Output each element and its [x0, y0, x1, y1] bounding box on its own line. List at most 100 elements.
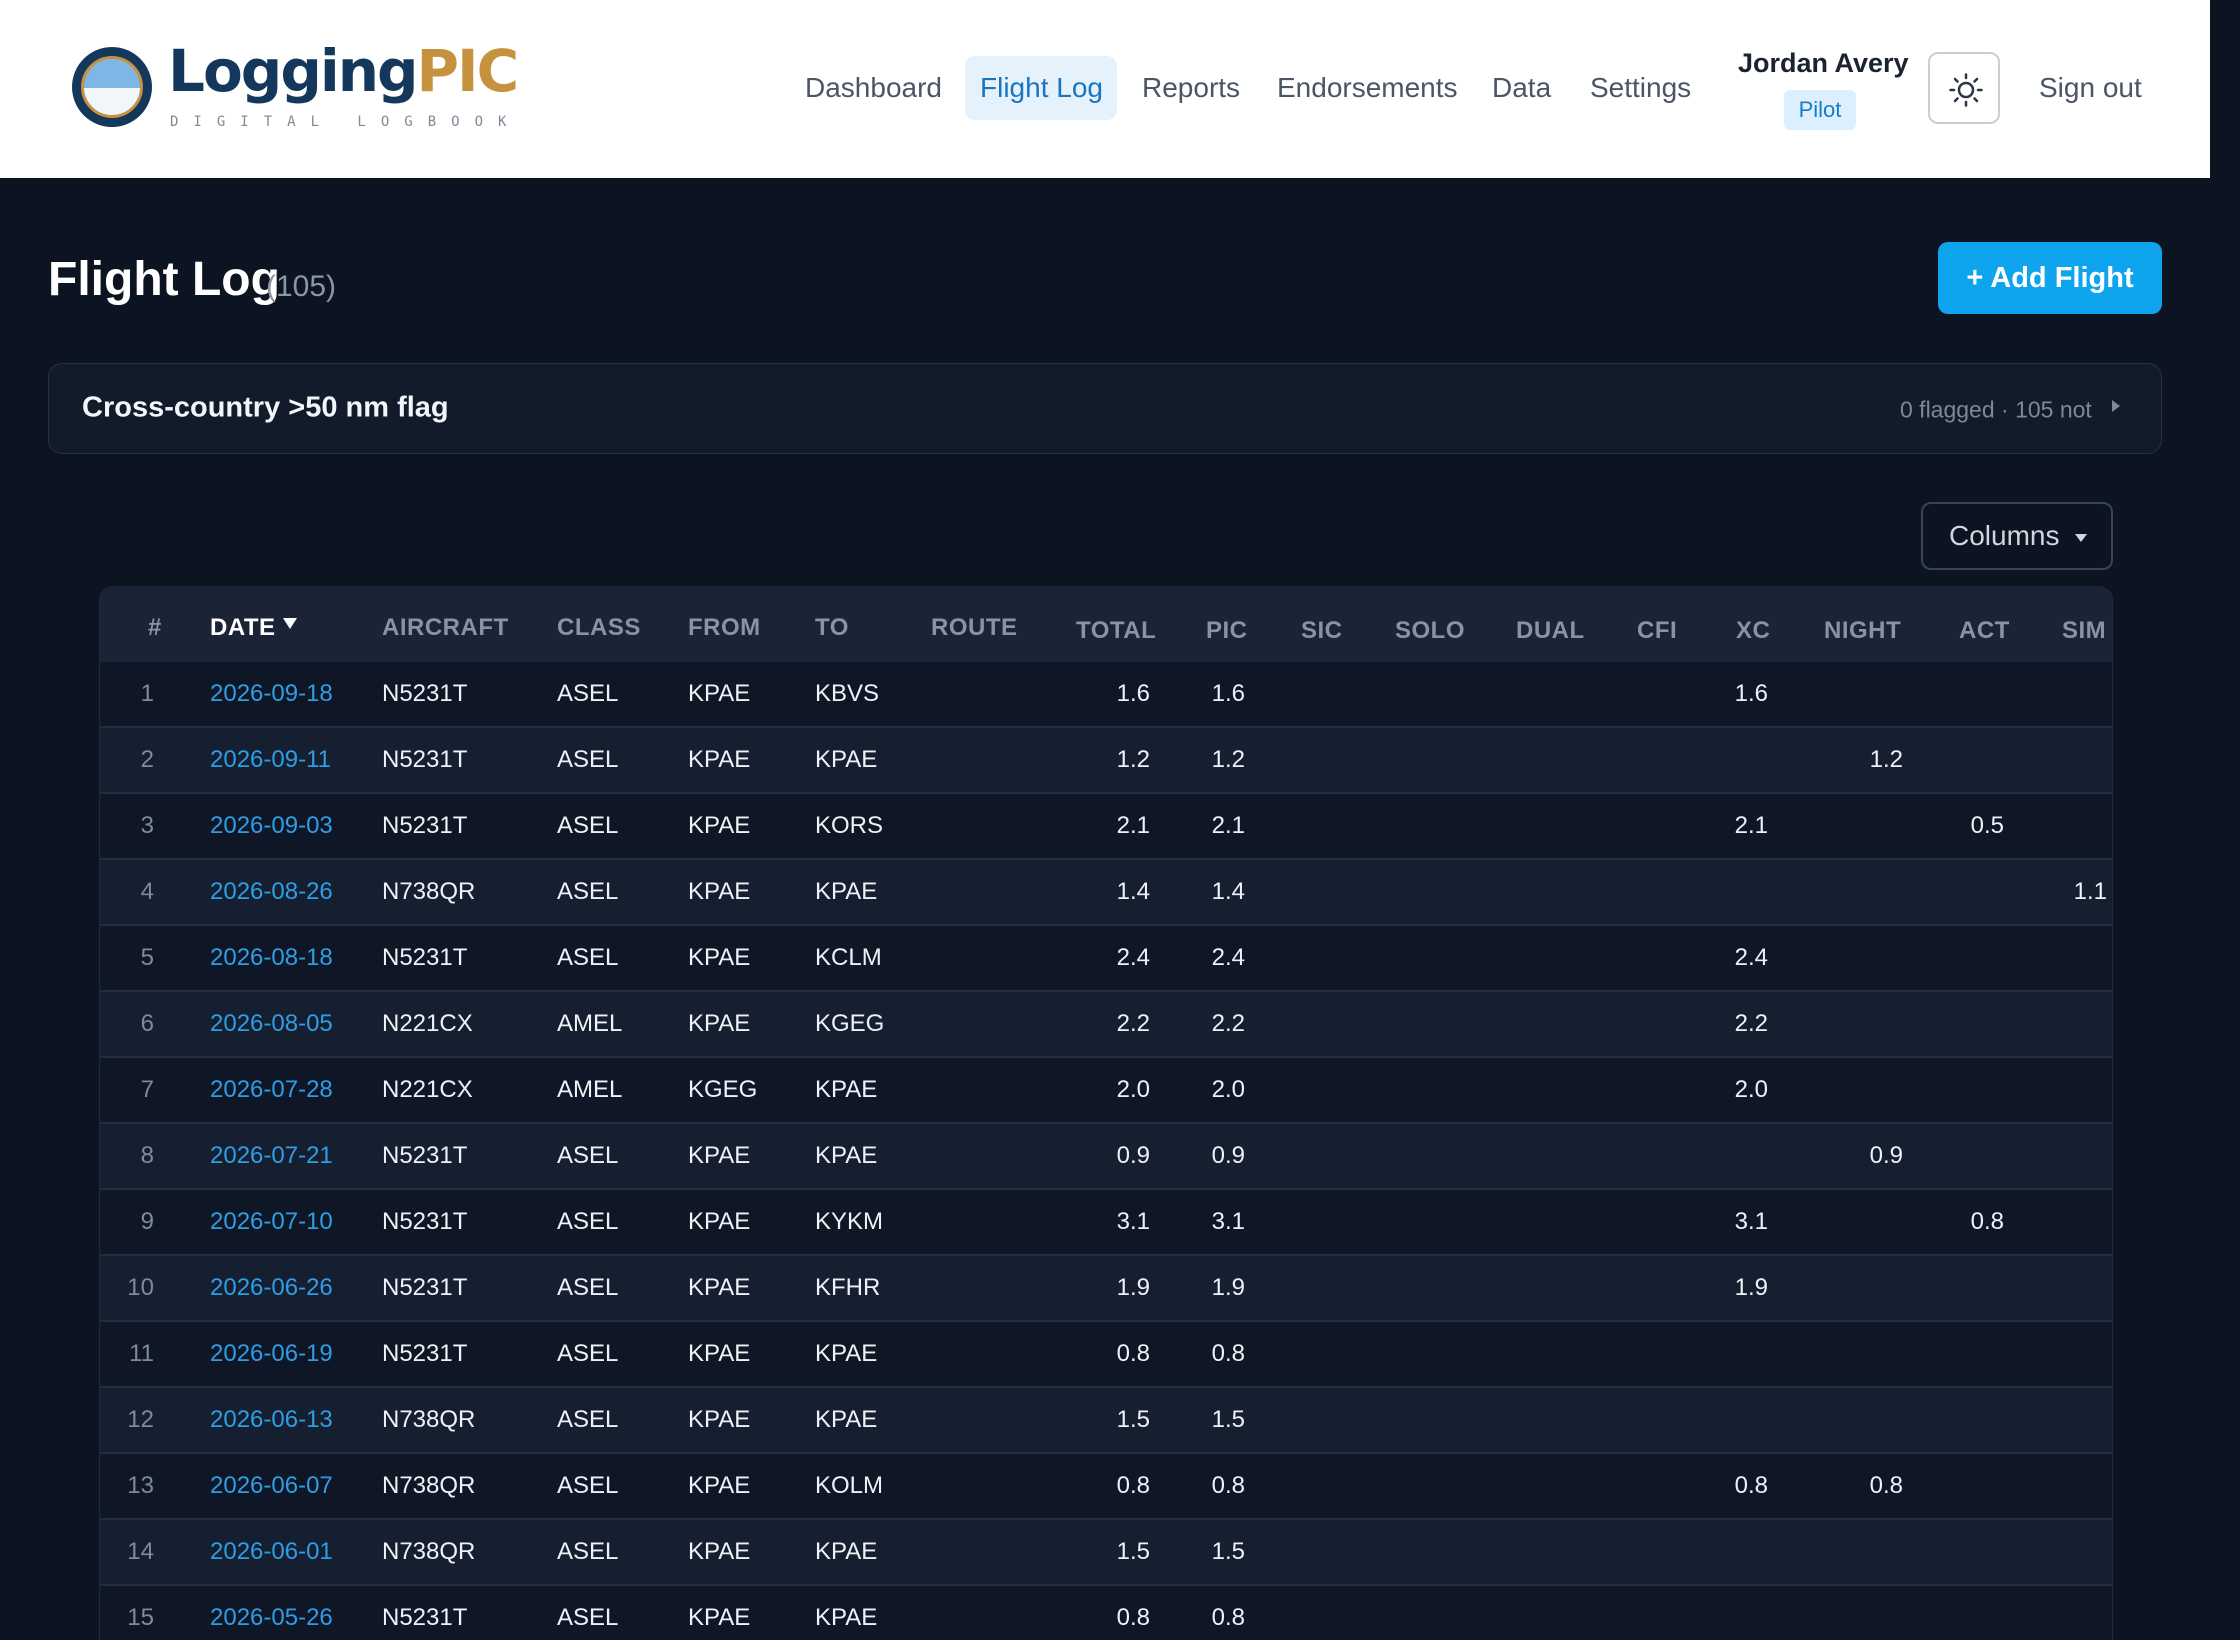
cell-date[interactable]: 2026-06-19 [210, 1340, 333, 1368]
page-scrollbar[interactable] [2210, 0, 2240, 1640]
cell-number: 7 [140, 1076, 154, 1103]
cell-class: AMEL [557, 1076, 623, 1103]
theme-toggle-button[interactable] [1928, 52, 2000, 124]
cell-aircraft: N5231T [382, 1208, 468, 1235]
cell-date[interactable]: 2026-06-13 [210, 1406, 333, 1434]
col-header-solo[interactable]: SOLO [1395, 617, 1465, 645]
cell-date[interactable]: 2026-08-18 [210, 944, 333, 972]
cell-date[interactable]: 2026-05-26 [210, 1604, 333, 1632]
table-row[interactable]: 3 2026-09-03 N5231T ASEL KPAE KORS 2.1 2.1 2.1 0.… [100, 794, 2112, 860]
nav-reports[interactable]: Reports [1142, 72, 1240, 104]
cell-number: 14 [127, 1538, 154, 1565]
col-header-night[interactable]: NIGHT [1824, 617, 1901, 645]
cell-total: 1.9 [1116, 1274, 1150, 1301]
col-header-class[interactable]: CLASS [557, 614, 641, 642]
cell-from: KPAE [688, 680, 751, 707]
sort-desc-icon[interactable] [283, 618, 297, 629]
cell-class: ASEL [557, 1538, 619, 1565]
cell-from: KPAE [688, 1010, 751, 1037]
col-header-dual[interactable]: DUAL [1516, 617, 1585, 645]
col-header-act[interactable]: ACT [1959, 617, 2010, 645]
table-row[interactable]: 15 2026-05-26 N5231T ASEL KPAE KPAE 0.8 0.8 [100, 1586, 2112, 1640]
columns-dropdown[interactable]: Columns [1921, 502, 2113, 570]
table-row[interactable]: 1 2026-09-18 N5231T ASEL KPAE KBVS 1.6 1.6 1.6 [100, 662, 2112, 728]
add-flight-button[interactable]: + Add Flight [1938, 242, 2162, 314]
cell-aircraft: N738QR [382, 1538, 476, 1565]
table-row[interactable]: 11 2026-06-19 N5231T ASEL KPAE KPAE 0.8 0.8 [100, 1322, 2112, 1388]
table-row[interactable]: 9 2026-07-10 N5231T ASEL KPAE KYKM 3.1 3.1 3.1 0.… [100, 1190, 2112, 1256]
nav-dashboard[interactable]: Dashboard [805, 72, 942, 104]
cell-total: 0.8 [1116, 1472, 1150, 1499]
col-header-xc[interactable]: XC [1736, 617, 1770, 645]
col-header-sic[interactable]: SIC [1301, 617, 1343, 645]
cell-date[interactable]: 2026-07-28 [210, 1076, 333, 1104]
cell-pic: 3.1 [1211, 1208, 1245, 1235]
col-header-date[interactable]: DATE [210, 614, 276, 642]
table-row[interactable]: 8 2026-07-21 N5231T ASEL KPAE KPAE 0.9 0.9 0.9 [100, 1124, 2112, 1190]
sign-out-link[interactable]: Sign out [2039, 72, 2142, 104]
cell-pic: 2.2 [1211, 1010, 1245, 1037]
cell-date[interactable]: 2026-09-18 [210, 680, 333, 708]
cell-xc: 2.1 [1734, 812, 1768, 839]
col-header-cfi[interactable]: CFI [1637, 617, 1677, 645]
table-row[interactable]: 10 2026-06-26 N5231T ASEL KPAE KFHR 1.9 1.9 1.9 [100, 1256, 2112, 1322]
col-header-aircraft[interactable]: AIRCRAFT [382, 614, 509, 642]
cell-date[interactable]: 2026-07-10 [210, 1208, 333, 1236]
cell-xc: 2.0 [1734, 1076, 1768, 1103]
cell-to: KBVS [815, 680, 880, 707]
cell-date[interactable]: 2026-06-26 [210, 1274, 333, 1302]
expand-caret-icon[interactable] [2112, 400, 2120, 412]
user-name: Jordan Avery [1738, 48, 1909, 78]
cell-from: KPAE [688, 1340, 751, 1367]
cell-aircraft: N5231T [382, 746, 468, 773]
cell-pic: 1.5 [1211, 1538, 1245, 1565]
table-row[interactable]: 4 2026-08-26 N738QR ASEL KPAE KPAE 1.4 1.4 1.1 [100, 860, 2112, 926]
cell-from: KPAE [688, 812, 751, 839]
xc-flag-title: Cross-country >50 nm flag [82, 391, 449, 424]
cell-date[interactable]: 2026-06-01 [210, 1538, 333, 1566]
cell-number: 3 [140, 812, 154, 839]
cell-date[interactable]: 2026-08-05 [210, 1010, 333, 1038]
col-header-to[interactable]: TO [815, 614, 849, 642]
cell-sim: 1.1 [2073, 878, 2107, 905]
cell-aircraft: N738QR [382, 1472, 476, 1499]
table-row[interactable]: 6 2026-08-05 N221CX AMEL KPAE KGEG 2.2 2.2 2.2 [100, 992, 2112, 1058]
brand-logo[interactable]: LoggingPIC [168, 42, 519, 100]
cell-number: 5 [140, 944, 154, 971]
cell-date[interactable]: 2026-07-21 [210, 1142, 333, 1170]
table-header: # DATE AIRCRAFT CLASS FROM TO ROUTE TOTA… [100, 586, 2112, 662]
table-row[interactable]: 13 2026-06-07 N738QR ASEL KPAE KOLM 0.8 0.8 0.8 0… [100, 1454, 2112, 1520]
col-header-pic[interactable]: PIC [1206, 617, 1248, 645]
logo-icon[interactable] [72, 47, 152, 127]
cell-number: 9 [140, 1208, 154, 1235]
table-row[interactable]: 14 2026-06-01 N738QR ASEL KPAE KPAE 1.5 1.5 [100, 1520, 2112, 1586]
cell-act: 0.8 [1970, 1208, 2004, 1235]
cell-aircraft: N738QR [382, 878, 476, 905]
cell-date[interactable]: 2026-09-11 [210, 746, 331, 774]
table-row[interactable]: 12 2026-06-13 N738QR ASEL KPAE KPAE 1.5 1.5 [100, 1388, 2112, 1454]
col-header-total[interactable]: TOTAL [1076, 617, 1156, 645]
col-header-from[interactable]: FROM [688, 614, 761, 642]
cell-class: ASEL [557, 1472, 619, 1499]
nav-data[interactable]: Data [1492, 72, 1551, 104]
cell-total: 2.0 [1116, 1076, 1150, 1103]
nav-endorsements[interactable]: Endorsements [1277, 72, 1458, 104]
table-row[interactable]: 7 2026-07-28 N221CX AMEL KGEG KPAE 2.0 2.0 2.0 [100, 1058, 2112, 1124]
table-row[interactable]: 2 2026-09-11 N5231T ASEL KPAE KPAE 1.2 1.2 1.2 [100, 728, 2112, 794]
cell-xc: 2.4 [1734, 944, 1768, 971]
nav-flight-log[interactable]: Flight Log [980, 72, 1103, 104]
table-row[interactable]: 5 2026-08-18 N5231T ASEL KPAE KCLM 2.4 2.4 2.4 [100, 926, 2112, 992]
col-header-route[interactable]: ROUTE [931, 614, 1018, 642]
flight-count: (105) [266, 270, 337, 303]
cell-date[interactable]: 2026-08-26 [210, 878, 333, 906]
cell-total: 2.1 [1116, 812, 1150, 839]
cell-class: ASEL [557, 1340, 619, 1367]
sun-icon [1949, 73, 1983, 107]
cell-date[interactable]: 2026-09-03 [210, 812, 333, 840]
nav-settings[interactable]: Settings [1590, 72, 1691, 104]
cell-date[interactable]: 2026-06-07 [210, 1472, 333, 1500]
col-header-sim[interactable]: SIM [2062, 617, 2106, 645]
cell-aircraft: N5231T [382, 812, 468, 839]
cell-total: 1.5 [1116, 1538, 1150, 1565]
cell-pic: 1.9 [1211, 1274, 1245, 1301]
